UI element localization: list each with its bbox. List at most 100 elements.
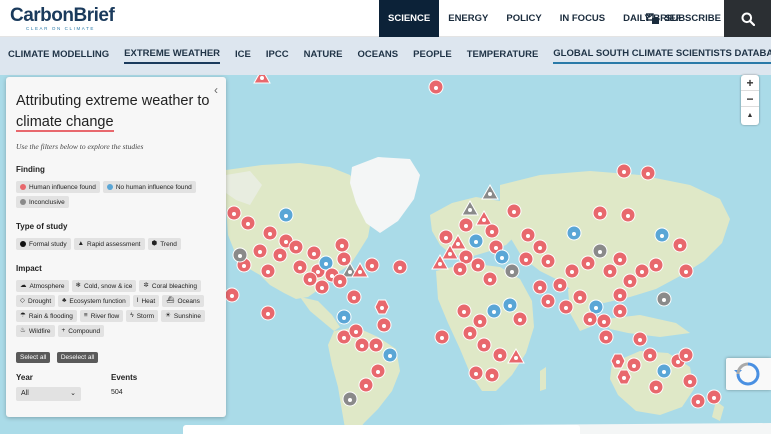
year-select[interactable]: All ⌄ — [16, 387, 81, 401]
filter-atmosphere[interactable]: ☁ Atmosphere — [16, 280, 69, 292]
deselect-all-button[interactable]: Deselect all — [56, 352, 99, 363]
marker-glyph-icon — [352, 296, 356, 300]
hexagon-icon: ⬢ — [151, 240, 158, 247]
search-button[interactable] — [724, 0, 771, 37]
finding-heading: Finding — [16, 165, 45, 174]
marker-glyph-icon — [444, 236, 448, 240]
marker-glyph-icon — [546, 260, 550, 264]
no-human-dot-icon — [106, 184, 113, 190]
subnav-climate-modelling[interactable]: CLIMATE MODELLING — [8, 49, 109, 63]
subnav-ipcc[interactable]: IPCC — [266, 49, 289, 63]
marker-glyph-icon — [622, 170, 626, 174]
filter-river-flow[interactable]: ≡ River flow — [79, 310, 124, 322]
filter-wildfire[interactable]: ♨ Wildfire — [16, 325, 55, 337]
marker-glyph-icon — [440, 336, 444, 340]
filter-ecosystem-function[interactable]: ♣ Ecosystem function — [58, 295, 130, 307]
marker-glyph-icon — [538, 246, 542, 250]
nav-energy[interactable]: ENERGY — [439, 0, 497, 37]
marker-glyph-icon — [464, 224, 468, 228]
subnav-extreme-weather[interactable]: EXTREME WEATHER — [124, 48, 221, 64]
lightning-icon: ϟ — [130, 312, 134, 319]
subnav-ice[interactable]: ICE — [235, 49, 251, 63]
boat-icon: ⛴ — [166, 297, 175, 304]
drop-outline-icon: ◇ — [20, 297, 25, 304]
filter-cold-snow-ice[interactable]: ❄ Cold, snow & ice — [71, 280, 137, 292]
marker-glyph-icon — [524, 258, 528, 262]
marker-glyph-icon — [490, 374, 494, 378]
filter-compound[interactable]: + Compound — [57, 325, 105, 337]
marker-glyph-icon — [358, 270, 362, 274]
subnav-nature[interactable]: NATURE — [304, 49, 343, 63]
logo[interactable]: CarbonBrief CLEAR ON CLIMATE — [10, 6, 115, 32]
select-all-button[interactable]: Select all — [16, 352, 51, 363]
subnav-temperature[interactable]: TEMPERATURE — [467, 49, 539, 63]
filter-heat[interactable]: ǀ Heat — [132, 295, 160, 307]
panel-title: Attributing extreme weather to climate c… — [16, 91, 216, 133]
marker-glyph-icon — [342, 316, 346, 320]
chip-label: Ecosystem function — [69, 297, 126, 305]
marker-glyph-icon — [626, 214, 630, 218]
filter-oceans[interactable]: ⛴ Oceans — [162, 295, 204, 307]
events-count: 504 — [111, 389, 123, 396]
recaptcha-badge[interactable] — [726, 358, 771, 390]
marker-glyph-icon — [648, 354, 652, 358]
circle-icon — [20, 241, 26, 247]
filter-rain-flooding[interactable]: ☂ Rain & flooding — [16, 310, 77, 322]
marker-glyph-icon — [342, 258, 346, 262]
marker-glyph-icon — [660, 234, 664, 238]
marker-glyph-icon — [298, 266, 302, 270]
marker-glyph-icon — [284, 240, 288, 244]
filter-no-human-influence[interactable]: No human influence found — [102, 181, 196, 193]
filter-human-influence[interactable]: Human influence found — [16, 181, 100, 193]
filter-formal-study[interactable]: Formal study — [16, 238, 71, 250]
subnav-oceans[interactable]: OCEANS — [357, 49, 398, 63]
marker-glyph-icon — [238, 254, 242, 258]
zoom-in-button[interactable]: + — [741, 75, 759, 91]
panel-hint: Use the filters below to explore the stu… — [16, 142, 144, 151]
filter-rapid-assessment[interactable]: ▲ Rapid assessment — [73, 238, 145, 250]
marker-glyph-icon — [294, 246, 298, 250]
human-dot-icon — [20, 184, 26, 190]
tree-icon: ♣ — [62, 297, 67, 304]
nav-science[interactable]: SCIENCE — [379, 0, 440, 37]
filter-storm[interactable]: ϟ Storm — [126, 310, 159, 322]
year-select-value: All — [21, 390, 29, 397]
marker-glyph-icon — [380, 306, 384, 310]
subnav-people[interactable]: PEOPLE — [413, 49, 452, 63]
filter-coral-bleaching[interactable]: ✲ Coral bleaching — [139, 280, 202, 292]
filter-trend[interactable]: ⬢ Trend — [147, 238, 181, 250]
app-root: CarbonBrief CLEAR ON CLIMATE SCIENCE ENE… — [0, 0, 771, 434]
top-bar: CarbonBrief CLEAR ON CLIMATE SCIENCE ENE… — [0, 0, 771, 37]
marker-glyph-icon — [458, 268, 462, 272]
marker-glyph-icon — [266, 270, 270, 274]
marker-glyph-icon — [578, 296, 582, 300]
filter-sunshine[interactable]: ☀ Sunshine — [161, 310, 205, 322]
marker-glyph-icon — [448, 252, 452, 256]
marker-glyph-icon — [494, 246, 498, 250]
filter-drought[interactable]: ◇ Drought — [16, 295, 56, 307]
collapse-panel-button[interactable]: ‹ — [214, 83, 218, 97]
chip-label: Trend — [160, 240, 177, 248]
search-icon — [741, 12, 755, 26]
marker-glyph-icon — [246, 222, 250, 226]
marker-glyph-icon — [598, 250, 602, 254]
marker-glyph-icon — [490, 230, 494, 234]
marker-glyph-icon — [374, 344, 378, 348]
marker-glyph-icon — [464, 256, 468, 260]
marker-glyph-icon — [558, 284, 562, 288]
nav-in-focus[interactable]: IN FOCUS — [551, 0, 614, 37]
nav-policy[interactable]: POLICY — [497, 0, 550, 37]
marker-glyph-icon — [230, 294, 234, 298]
zoom-out-button[interactable]: − — [741, 91, 759, 107]
filter-inconclusive[interactable]: Inconclusive — [16, 196, 69, 208]
marker-glyph-icon — [598, 212, 602, 216]
subnav-global-south-database[interactable]: GLOBAL SOUTH CLIMATE SCIENTISTS DATABASE — [553, 48, 771, 64]
marker-glyph-icon — [478, 320, 482, 324]
marker-glyph-icon — [514, 356, 518, 360]
chip-label: Wildfire — [28, 327, 51, 335]
chip-label: Human influence found — [29, 183, 96, 191]
marker-glyph-icon — [398, 266, 402, 270]
subscribe-label: SUBSCRIBE — [665, 13, 721, 24]
subscribe-button[interactable]: SUBSCRIBE — [646, 0, 721, 37]
reset-bearing-button[interactable]: ▲ — [741, 107, 759, 123]
